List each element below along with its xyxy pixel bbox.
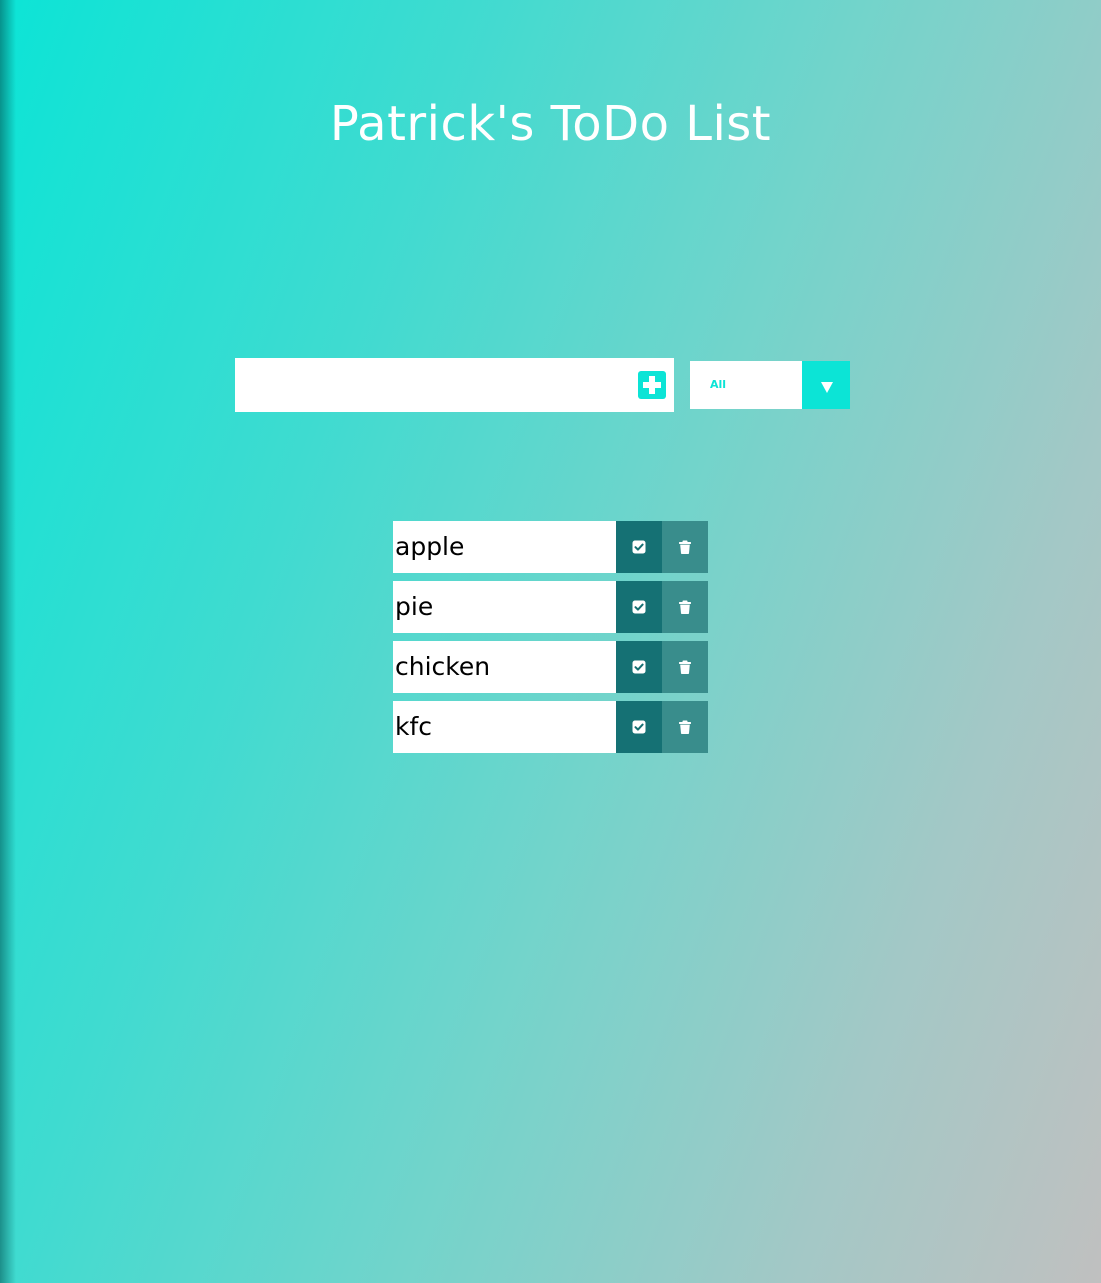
complete-button[interactable] <box>616 701 662 753</box>
caret-down-icon <box>821 382 833 393</box>
todo-list: apple pie chicken kfc <box>393 521 708 761</box>
complete-button[interactable] <box>616 581 662 633</box>
trash-icon <box>679 720 691 734</box>
filter-select[interactable]: All <box>690 361 850 409</box>
delete-button[interactable] <box>662 581 708 633</box>
todo-text: chicken <box>395 652 491 681</box>
todo-item: apple <box>393 521 708 573</box>
todo-form <box>235 358 674 412</box>
left-edge-shadow <box>0 0 16 1283</box>
page-title: Patrick's ToDo List <box>329 96 772 152</box>
complete-button[interactable] <box>616 521 662 573</box>
check-square-icon <box>632 720 646 734</box>
add-todo-button[interactable] <box>638 371 666 399</box>
trash-icon <box>679 540 691 554</box>
filter-selected-value: All <box>710 378 727 391</box>
check-square-icon <box>632 600 646 614</box>
complete-button[interactable] <box>616 641 662 693</box>
trash-icon <box>679 600 691 614</box>
filter-dropdown-toggle[interactable] <box>802 361 850 409</box>
todo-item: kfc <box>393 701 708 753</box>
todo-item: chicken <box>393 641 708 693</box>
delete-button[interactable] <box>662 641 708 693</box>
delete-button[interactable] <box>662 521 708 573</box>
check-square-icon <box>632 540 646 554</box>
delete-button[interactable] <box>662 701 708 753</box>
trash-icon <box>679 660 691 674</box>
todo-text: kfc <box>395 712 433 741</box>
todo-input[interactable] <box>235 358 625 412</box>
check-square-icon <box>632 660 646 674</box>
todo-text: pie <box>395 592 434 621</box>
todo-item: pie <box>393 581 708 633</box>
todo-text: apple <box>395 532 465 561</box>
